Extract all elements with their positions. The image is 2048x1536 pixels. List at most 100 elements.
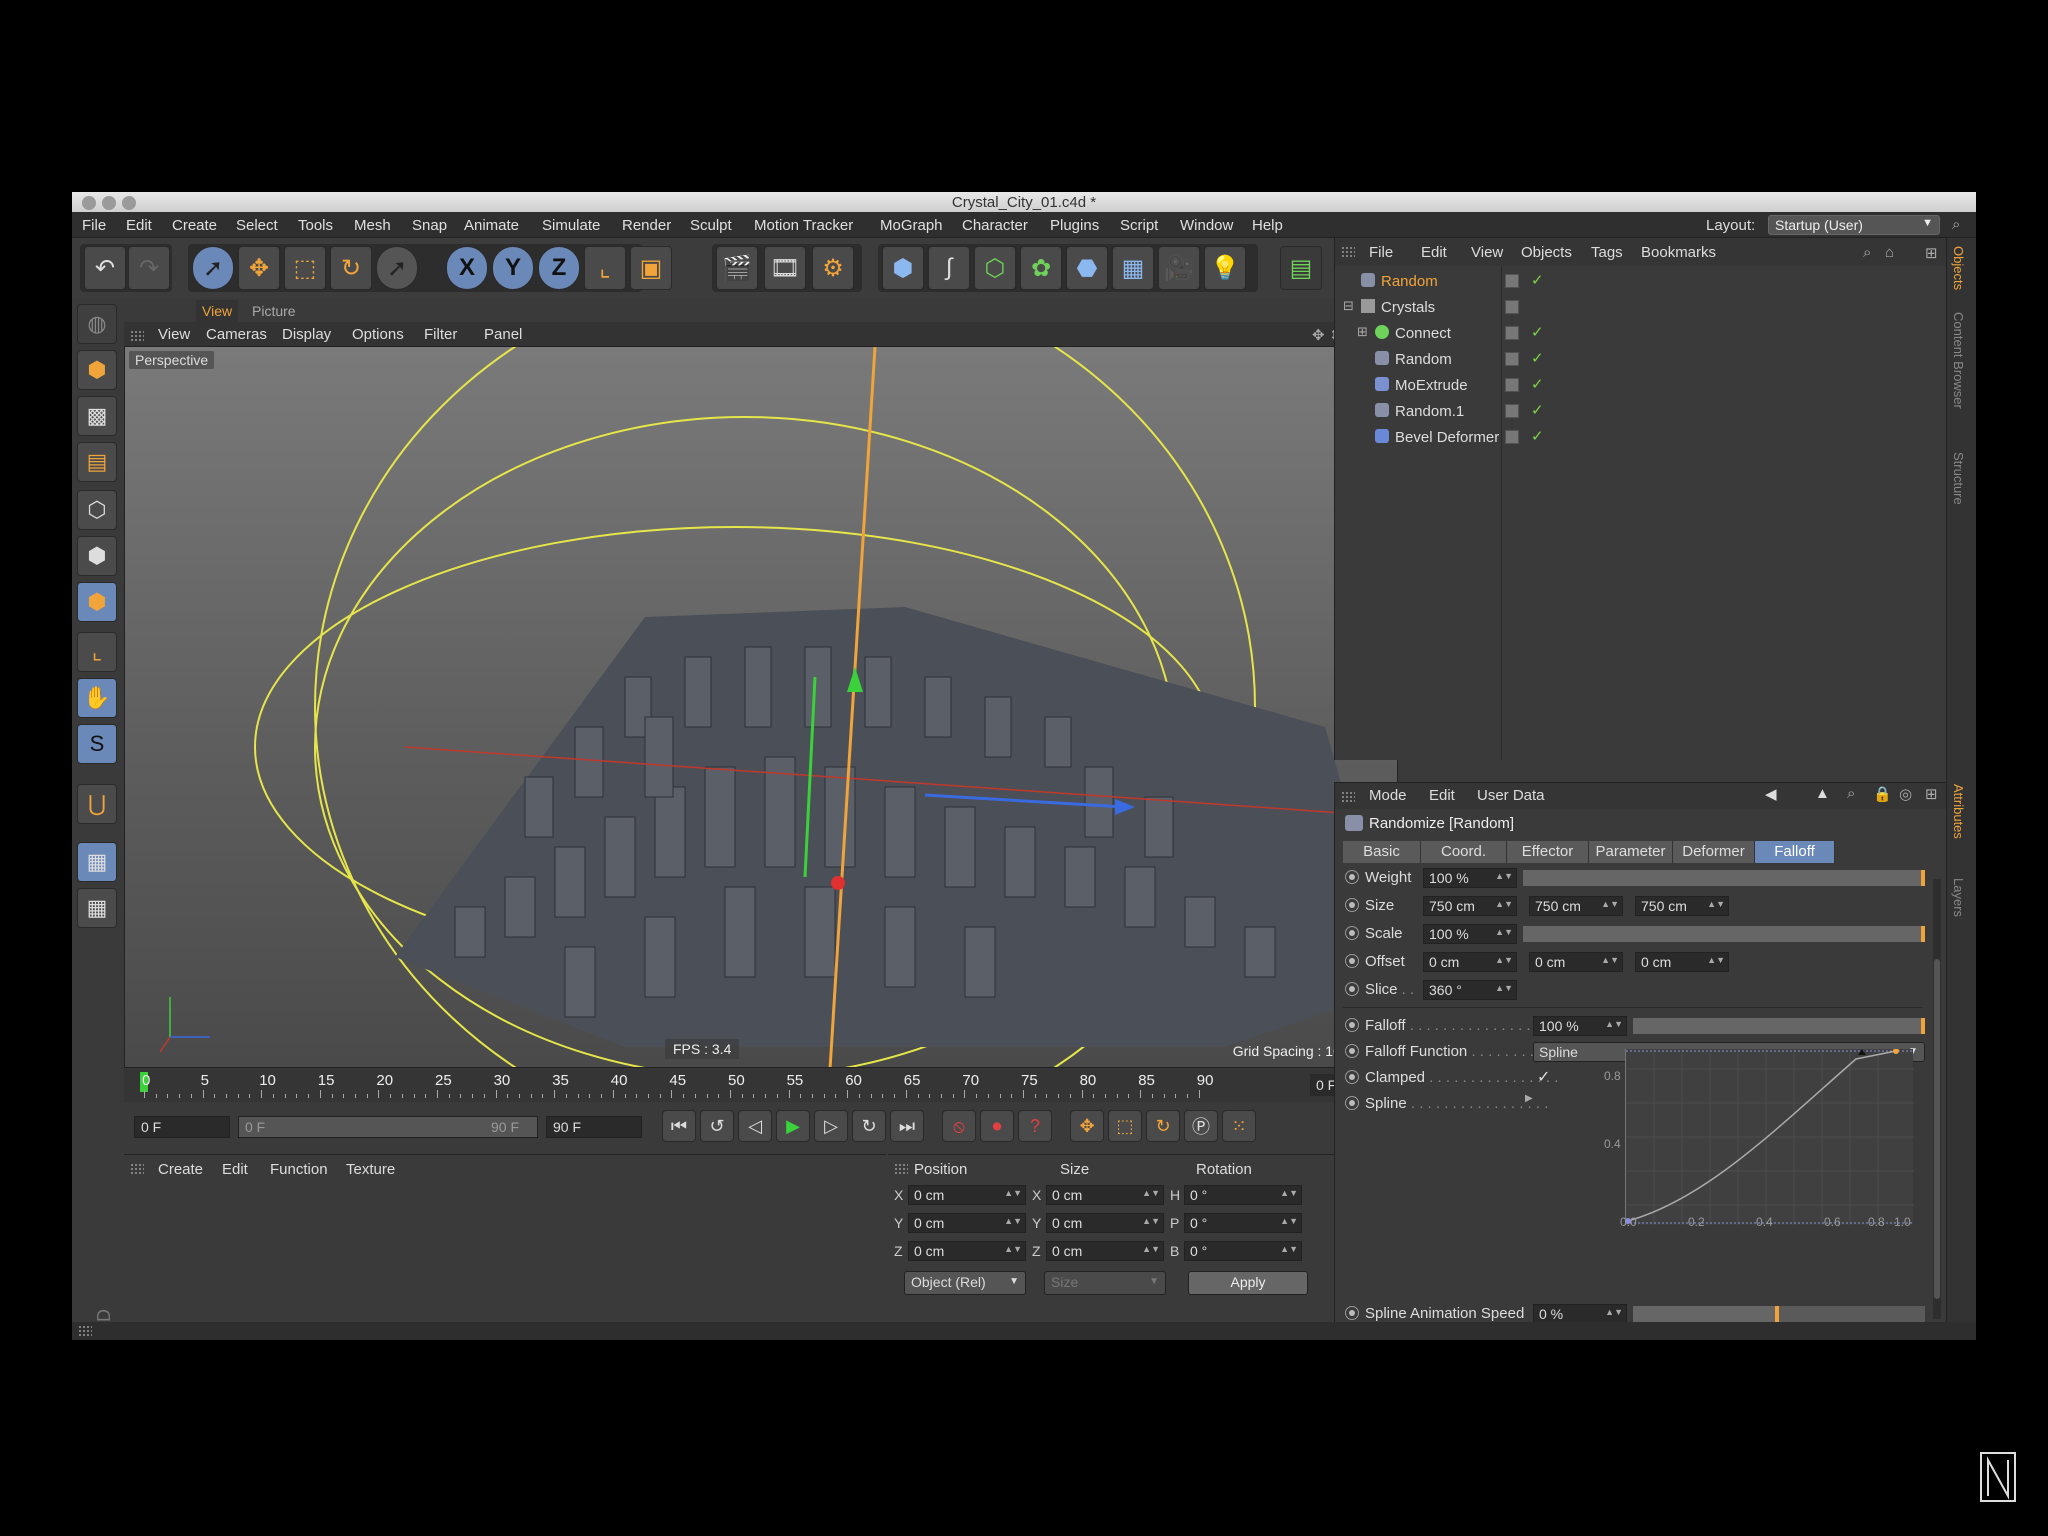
size-x-field[interactable]: 0 cm ▲▼ [1046, 1185, 1164, 1205]
rot-h-field[interactable]: 0 ° ▲▼ [1184, 1185, 1302, 1205]
enabled-check-icon[interactable]: ✓ [1531, 375, 1544, 393]
tab-deformer[interactable]: Deformer [1673, 841, 1755, 863]
scale-icon[interactable]: ⬚ [284, 246, 326, 290]
go-to-start-icon[interactable]: ⏮ [662, 1110, 696, 1142]
start-frame-field[interactable]: 0 F [134, 1116, 230, 1138]
previous-key-icon[interactable]: ↺ [700, 1110, 734, 1142]
side-tab-content-browser[interactable]: Content Browser [1951, 312, 1966, 409]
scrollbar-thumb[interactable] [1934, 959, 1940, 1299]
make-editable-icon[interactable]: ◍ [77, 304, 117, 344]
spinner-icon[interactable]: ▲▼ [1495, 927, 1513, 937]
cube-icon[interactable]: ⬢ [882, 246, 924, 290]
enabled-check-icon[interactable]: ✓ [1531, 271, 1544, 289]
light-icon[interactable]: 💡 [1204, 246, 1246, 290]
expand-icon[interactable]: ⊞ [1357, 324, 1368, 340]
perspective-label[interactable]: Perspective [129, 351, 215, 369]
previous-frame-icon[interactable]: ◁ [738, 1110, 772, 1142]
spline-end-point[interactable] [1893, 1049, 1899, 1054]
material-menu-create[interactable]: Create [158, 1161, 203, 1178]
autokey-icon[interactable]: ⏺ [980, 1110, 1014, 1142]
render-view-icon[interactable]: 🎬 [716, 246, 758, 290]
render-picture-viewer-icon[interactable]: 🎞 [764, 246, 806, 290]
home-icon[interactable]: ⌂ [1885, 244, 1894, 261]
obj-menu-file[interactable]: File [1369, 244, 1393, 261]
obj-menu-objects[interactable]: Objects [1521, 244, 1572, 261]
material-menu-texture[interactable]: Texture [346, 1161, 395, 1178]
new-panel-icon[interactable]: ⊞ [1925, 785, 1938, 803]
slider-knob[interactable] [1921, 870, 1925, 886]
menu-character[interactable]: Character [962, 217, 1028, 234]
timeline-ruler[interactable]: 0 5 10 15 20 25 30 35 40 45 50 55 60 65 70 75 80 85 90 0 F [124, 1068, 1398, 1102]
size-y-field[interactable]: 750 cm ▲▼ [1529, 896, 1623, 916]
animate-radio-icon[interactable] [1345, 926, 1359, 940]
material-menu-function[interactable]: Function [270, 1161, 328, 1178]
spinner-icon[interactable]: ▲▼ [1495, 955, 1513, 965]
lock-icon[interactable]: 🔒 [1873, 785, 1892, 803]
y-axis-lock-icon[interactable]: Y [492, 246, 534, 290]
x-axis-lock-icon[interactable]: X [446, 246, 488, 290]
tab-view[interactable]: View [196, 300, 239, 322]
enabled-check-icon[interactable]: ✓ [1531, 323, 1544, 341]
menu-select[interactable]: Select [236, 217, 278, 234]
weight-field[interactable]: 100 % ▲▼ [1423, 868, 1517, 888]
object-row-crystals[interactable]: ⊟ Crystals [1335, 294, 1947, 320]
spinner-icon[interactable]: ▲▼ [1004, 1244, 1022, 1254]
key-pla-icon[interactable]: ⁙ [1222, 1110, 1256, 1142]
tab-falloff[interactable]: Falloff [1755, 841, 1835, 863]
floor-icon[interactable]: ▦ [1112, 246, 1154, 290]
layer-flag[interactable] [1505, 430, 1519, 444]
menu-window[interactable]: Window [1180, 217, 1233, 234]
search-icon[interactable]: ⌕ [1952, 216, 1960, 233]
spline-curve-editor[interactable]: 0.8 0.4 0.0 0.2 0.4 0.6 0.8 1.0 [1604, 1049, 1914, 1229]
coordinate-system-icon[interactable]: ⌞ [584, 246, 626, 290]
animate-radio-icon[interactable] [1345, 954, 1359, 968]
enabled-check-icon[interactable]: ✓ [1531, 349, 1544, 367]
edges-mode-icon[interactable]: ⬢ [77, 536, 117, 576]
spinner-icon[interactable]: ▲▼ [1495, 899, 1513, 909]
spinner-icon[interactable]: ▲▼ [1707, 899, 1725, 909]
z-axis-lock-icon[interactable]: Z [538, 246, 580, 290]
subdivision-surface-icon[interactable]: ⬡ [974, 246, 1016, 290]
spinner-icon[interactable]: ▲▼ [1280, 1188, 1298, 1198]
obj-menu-view[interactable]: View [1471, 244, 1503, 261]
layer-flag[interactable] [1505, 300, 1519, 314]
falloff-field[interactable]: 100 % ▲▼ [1533, 1016, 1627, 1036]
new-panel-icon[interactable]: ⊞ [1925, 244, 1938, 262]
expand-triangle-icon[interactable]: ▶ [1525, 1093, 1533, 1104]
animate-radio-icon[interactable] [1345, 870, 1359, 884]
scale-field[interactable]: 100 % ▲▼ [1423, 924, 1517, 944]
spinner-icon[interactable]: ▲▼ [1142, 1216, 1160, 1226]
layer-flag[interactable] [1505, 404, 1519, 418]
enabled-check-icon[interactable]: ✓ [1531, 401, 1544, 419]
points-mode-icon[interactable]: ⬡ [77, 490, 117, 530]
menu-render[interactable]: Render [622, 217, 671, 234]
slider-knob[interactable] [1775, 1306, 1779, 1322]
obj-menu-edit[interactable]: Edit [1421, 244, 1447, 261]
animate-radio-icon[interactable] [1345, 1018, 1359, 1032]
recent-tool-icon[interactable]: ➚ [376, 246, 418, 290]
menu-snap[interactable]: Snap [412, 217, 447, 234]
attr-menu-user-data[interactable]: User Data [1477, 787, 1545, 804]
attr-menu-mode[interactable]: Mode [1369, 787, 1407, 804]
coordinate-mode-dropdown[interactable]: Object (Rel) ▼ [904, 1271, 1026, 1295]
spinner-icon[interactable]: ▲▼ [1707, 955, 1725, 965]
side-tab-structure[interactable]: Structure [1951, 452, 1966, 505]
scale-slider[interactable] [1523, 926, 1925, 942]
spinner-icon[interactable]: ▲▼ [1142, 1244, 1160, 1254]
collapse-icon[interactable]: ⊟ [1343, 298, 1354, 314]
key-rotation-icon[interactable]: ↻ [1146, 1110, 1180, 1142]
menu-mesh[interactable]: Mesh [354, 217, 391, 234]
menu-plugins[interactable]: Plugins [1050, 217, 1099, 234]
go-to-end-icon[interactable]: ⏭ [890, 1110, 924, 1142]
spinner-icon[interactable]: ▲▼ [1605, 1019, 1623, 1029]
tab-picture-viewer[interactable]: Picture Viewer [246, 300, 302, 335]
pos-x-field[interactable]: 0 cm ▲▼ [908, 1185, 1026, 1205]
play-icon[interactable]: ▶ [776, 1110, 810, 1142]
end-frame-field[interactable]: 90 F [546, 1116, 642, 1138]
next-frame-icon[interactable]: ▷ [814, 1110, 848, 1142]
workplane-icon[interactable]: ▤ [77, 442, 117, 482]
spinner-icon[interactable]: ▲▼ [1280, 1216, 1298, 1226]
menu-motion-tracker[interactable]: Motion Tracker [754, 217, 853, 234]
side-tab-attributes[interactable]: Attributes [1951, 784, 1966, 839]
camera-icon[interactable]: 🎥 [1158, 246, 1200, 290]
